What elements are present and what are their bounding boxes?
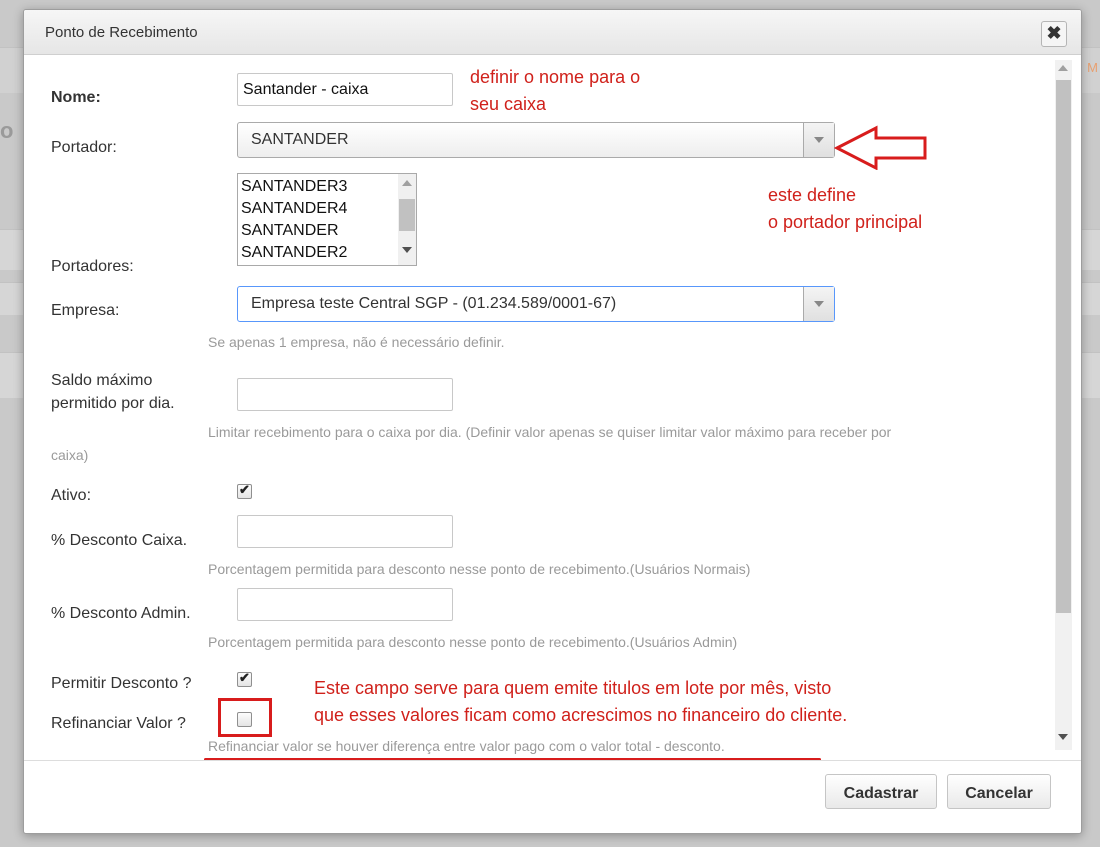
cadastrar-button[interactable]: Cadastrar [825,774,937,809]
dialog-content: Nome: Santander - caixa Portador: SANTAN… [24,55,1081,760]
scroll-thumb[interactable] [1056,80,1071,613]
desconto-caixa-label: % Desconto Caixa. [51,532,188,549]
portador-label: Portador: [51,139,117,156]
portadores-scrollbar[interactable] [398,174,416,265]
ativo-label: Ativo: [51,487,92,504]
checkmark-icon: ✔ [239,482,250,497]
desconto-caixa-help: Porcentagem permitida para desconto ness… [208,561,751,577]
ativo-checkbox[interactable]: ✔ [237,482,252,499]
close-icon: ✖ [1046,23,1062,43]
cancelar-button[interactable]: Cancelar [947,774,1051,809]
saldo-maximo-input[interactable] [237,378,453,411]
portadores-label: Portadores: [51,258,134,275]
scroll-down-arrow-icon[interactable] [1058,734,1068,740]
dialog-titlebar: Ponto de Recebimento ✖ [24,10,1081,55]
red-arrow-icon [834,125,927,170]
empresa-label: Empresa: [51,302,120,319]
close-button[interactable]: ✖ [1041,21,1067,47]
annotation-refinanciar-line1: Este campo serve para quem emite titulos… [314,678,832,698]
desconto-admin-label: % Desconto Admin. [51,605,191,622]
portador-selected-value: SANTANDER [251,131,349,148]
empresa-help: Se apenas 1 empresa, não é necessário de… [208,334,505,350]
portadores-listbox[interactable]: SANTANDER3 SANTANDER4 SANTANDER SANTANDE… [237,173,417,266]
dialog-title: Ponto de Recebimento [45,24,198,41]
portadores-option[interactable]: SANTANDER [241,222,339,240]
annotation-nome-line2: seu caixa [470,94,547,114]
empresa-selected-value: Empresa teste Central SGP - (01.234.589/… [251,295,617,312]
permitir-desconto-label: Permitir Desconto ? [51,675,192,692]
scroll-thumb[interactable] [399,199,415,231]
background-edge-text: M [1087,60,1098,75]
highlight-box [218,698,272,737]
checkmark-icon: ✔ [239,670,250,685]
desconto-admin-input[interactable] [237,588,453,621]
footer-divider [24,760,1081,761]
ponto-recebimento-dialog: Ponto de Recebimento ✖ Nome: Santander -… [23,9,1082,834]
scroll-up-arrow-icon[interactable] [402,180,412,186]
empresa-select[interactable]: Empresa teste Central SGP - (01.234.589/… [237,286,835,322]
refinanciar-valor-label: Refinanciar Valor ? [51,715,186,732]
nome-label: Nome: [51,89,101,106]
desconto-admin-help: Porcentagem permitida para desconto ness… [208,634,738,650]
desconto-caixa-input[interactable] [237,515,453,548]
portadores-option[interactable]: SANTANDER3 [241,178,347,196]
permitir-desconto-checkbox[interactable]: ✔ [237,670,252,687]
annotation-portador-line1: este define [768,185,857,205]
nome-input[interactable]: Santander - caixa [237,73,453,106]
chevron-down-icon[interactable] [803,123,834,157]
content-scrollbar[interactable] [1055,60,1072,750]
saldo-help-line2: caixa) [51,447,89,463]
portadores-option[interactable]: SANTANDER4 [241,200,347,218]
scroll-down-arrow-icon[interactable] [402,247,412,253]
scroll-up-arrow-icon[interactable] [1058,65,1068,71]
annotation-refinanciar-line2: que esses valores ficam como acrescimos … [314,705,848,725]
saldo-label-line2: permitido por dia. [51,395,175,412]
background-fragment: o [0,118,14,143]
annotation-portador-line2: o portador principal [768,212,923,232]
saldo-label-line1: Saldo máximo [51,372,153,389]
saldo-help-line1: Limitar recebimento para o caixa por dia… [208,424,892,440]
portador-select[interactable]: SANTANDER [237,122,835,158]
refinanciar-valor-help: Refinanciar valor se houver diferença en… [208,738,725,754]
portadores-option[interactable]: SANTANDER2 [241,244,347,262]
chevron-down-icon[interactable] [803,287,834,321]
annotation-nome-line1: definir o nome para o [470,67,641,87]
